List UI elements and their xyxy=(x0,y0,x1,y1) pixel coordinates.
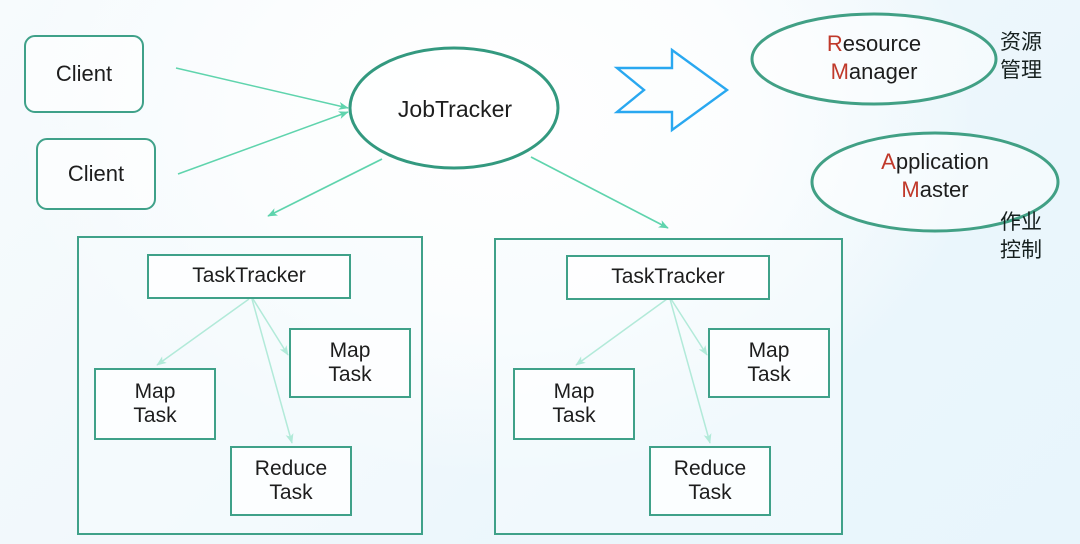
arrow-client2-to-jobtracker xyxy=(177,111,349,175)
client-box-2[interactable]: Client xyxy=(36,138,156,210)
application-master-capital-m: M xyxy=(901,176,920,202)
client-label: Client xyxy=(55,61,113,86)
resource-manager-line-2-rest: anager xyxy=(848,58,918,84)
map-task-line-1: Map xyxy=(748,338,790,362)
job-control-annotation: 作业 控制 xyxy=(1000,209,1042,265)
reduce-task-box-2[interactable]: Reduce Task xyxy=(649,446,771,516)
reduce-task-line-2: Task xyxy=(269,481,313,504)
reduce-task-box-1[interactable]: Reduce Task xyxy=(230,446,352,516)
map-task-line-1: Map xyxy=(329,338,371,362)
arrow-jobtracker-to-cluster-1 xyxy=(267,158,383,217)
resource-manager-label: Resource Manager xyxy=(774,30,974,85)
tasktracker-box-1[interactable]: TaskTracker xyxy=(147,254,351,299)
reduce-task-line-1: Reduce xyxy=(254,456,328,480)
resource-manager-line-1-rest: esource xyxy=(842,31,922,56)
right-arrow-icon xyxy=(613,47,730,133)
jobtracker-label: JobTracker xyxy=(397,96,513,122)
application-master-line-2-rest: aster xyxy=(919,176,969,202)
map-task-line-2: Task xyxy=(328,363,372,386)
arrow-jobtracker-to-cluster-2 xyxy=(530,156,669,229)
application-master-capital-a: A xyxy=(881,149,896,174)
diagram-canvas: Client Client JobTracker TaskTracker Map… xyxy=(0,0,1080,544)
resource-management-annotation: 资源 管理 xyxy=(1000,29,1042,85)
map-task-line-1: Map xyxy=(134,379,176,403)
application-master-line-1: Application xyxy=(881,149,989,174)
client-box-1[interactable]: Client xyxy=(24,35,144,113)
map-task-line-1: Map xyxy=(553,379,595,403)
job-control-line-2: 控制 xyxy=(1000,237,1042,262)
map-task-box-3[interactable]: Map Task xyxy=(513,368,635,440)
resource-management-line-1: 资源 xyxy=(1000,30,1042,54)
map-task-box-2[interactable]: Map Task xyxy=(289,328,411,398)
resource-manager-line-1: Resource xyxy=(827,31,921,56)
reduce-task-line-2: Task xyxy=(688,481,732,504)
application-master-line-2: Master xyxy=(835,176,1035,204)
map-task-box-4[interactable]: Map Task xyxy=(708,328,830,398)
reduce-task-line-1: Reduce xyxy=(673,456,747,480)
resource-manager-capital-r: R xyxy=(826,31,843,56)
tasktracker-label: TaskTracker xyxy=(192,264,306,288)
client-label: Client xyxy=(67,161,125,186)
resource-manager-line-2: Manager xyxy=(774,58,974,86)
map-task-line-2: Task xyxy=(552,404,596,427)
tasktracker-label: TaskTracker xyxy=(611,265,725,289)
map-task-line-2: Task xyxy=(133,404,177,427)
resource-management-line-2: 管理 xyxy=(1000,57,1042,82)
application-master-label: Application Master xyxy=(835,148,1035,203)
arrow-client1-to-jobtracker xyxy=(175,67,349,110)
tasktracker-box-2[interactable]: TaskTracker xyxy=(566,255,770,300)
map-task-box-1[interactable]: Map Task xyxy=(94,368,216,440)
map-task-line-2: Task xyxy=(747,363,791,386)
job-control-line-1: 作业 xyxy=(1000,210,1042,234)
application-master-line-1-rest: pplication xyxy=(895,149,989,174)
resource-manager-capital-m: M xyxy=(830,58,849,84)
